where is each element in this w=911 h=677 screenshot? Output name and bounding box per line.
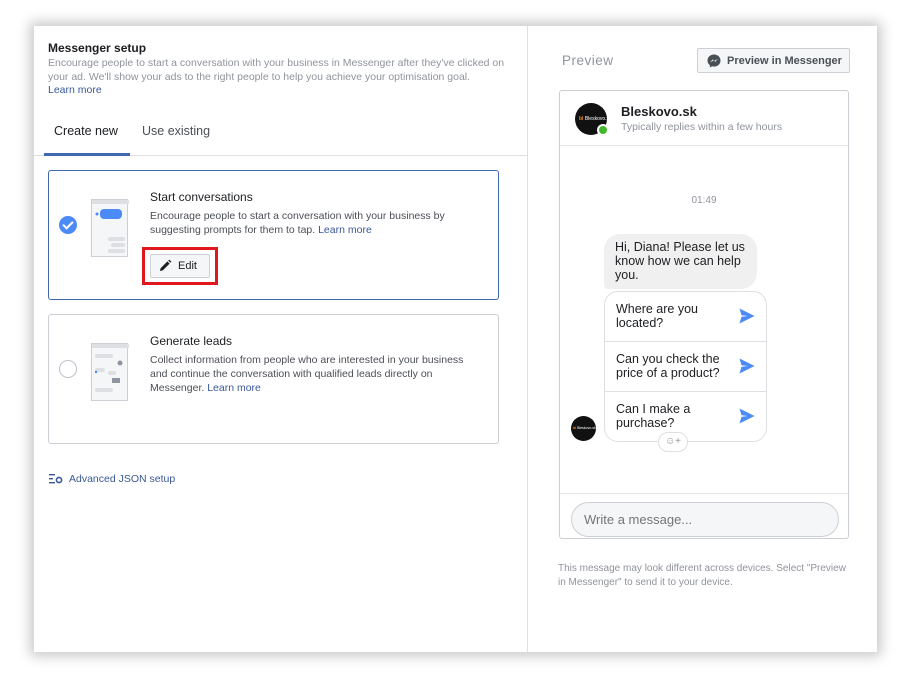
start-conversations-card[interactable]: Start conversations Encourage people to … <box>48 170 499 300</box>
send-icon <box>739 358 755 374</box>
advanced-json-setup-label: Advanced JSON setup <box>69 473 176 485</box>
messenger-setup-panel: Messenger setup Encourage people to star… <box>34 26 528 652</box>
messenger-icon <box>707 54 721 68</box>
preview-panel: Preview Preview in Messenger bl Bleskovo… <box>529 26 877 652</box>
prompt-item[interactable]: Where are you located? <box>605 292 766 342</box>
start-conversations-description-text: Encourage people to start a conversation… <box>150 210 445 236</box>
message-input[interactable] <box>571 502 839 537</box>
prompt-text: Can you check the price of a product? <box>616 352 720 380</box>
generate-leads-title: Generate leads <box>150 334 233 348</box>
generate-leads-radio[interactable] <box>59 360 77 378</box>
tab-create-new[interactable]: Create new <box>44 120 130 156</box>
start-conversations-description: Encourage people to start a conversation… <box>150 209 470 237</box>
send-icon <box>739 408 755 424</box>
business-logo-small: bl Bleskovo.sk <box>573 426 596 430</box>
generate-leads-description: Collect information from people who are … <box>150 353 470 395</box>
generate-leads-learn-more-link[interactable]: Learn more <box>207 382 261 394</box>
message-timestamp: 01:49 <box>691 195 717 206</box>
chat-header: bl Bleskovo.sk Bleskovo.sk Typically rep… <box>560 91 848 146</box>
prompt-text: Can I make a purchase? <box>616 402 691 430</box>
edit-button-label: Edit <box>178 260 197 272</box>
chat-prompts-illustration-icon <box>91 199 129 257</box>
setup-description-text: Encourage people to start a conversation… <box>48 57 505 83</box>
lead-form-illustration-icon <box>91 343 129 401</box>
start-conversations-radio-checked[interactable] <box>59 216 77 234</box>
setup-tabs: Create new Use existing <box>34 120 528 156</box>
preview-label: Preview <box>562 53 614 68</box>
generate-leads-card[interactable]: Generate leads Collect information from … <box>48 314 499 444</box>
tab-use-existing[interactable]: Use existing <box>132 120 220 156</box>
add-reaction-icon[interactable]: ☺+ <box>658 432 688 452</box>
send-icon <box>739 308 755 324</box>
business-name: Bleskovo.sk <box>621 104 697 119</box>
setup-learn-more-link[interactable]: Learn more <box>48 84 510 98</box>
start-conversations-title: Start conversations <box>150 190 253 204</box>
messenger-preview: bl Bleskovo.sk Bleskovo.sk Typically rep… <box>559 90 849 539</box>
business-avatar-small: bl Bleskovo.sk <box>571 416 596 441</box>
business-logo: bl Bleskovo.sk <box>579 116 612 122</box>
chat-composer <box>560 493 848 539</box>
generate-leads-description-text: Collect information from people who are … <box>150 354 464 394</box>
pencil-icon <box>160 259 172 271</box>
preview-in-messenger-label: Preview in Messenger <box>727 55 842 67</box>
preview-in-messenger-button[interactable]: Preview in Messenger <box>697 48 850 73</box>
suggested-prompts: Where are you located? Can you check the… <box>604 291 767 442</box>
prompt-item[interactable]: Can you check the price of a product? <box>605 342 766 392</box>
setup-description: Encourage people to start a conversation… <box>48 57 510 98</box>
preview-disclaimer: This message may look different across d… <box>558 563 846 588</box>
edit-button[interactable]: Edit <box>150 254 210 278</box>
prompt-text: Where are you located? <box>616 302 698 330</box>
start-conversations-learn-more-link[interactable]: Learn more <box>318 224 372 236</box>
settings-list-icon <box>49 474 63 484</box>
ad-setup-dialog: Messenger setup Encourage people to star… <box>34 26 877 652</box>
greeting-message-bubble: Hi, Diana! Please let us know how we can… <box>604 234 757 289</box>
setup-title: Messenger setup <box>48 41 147 55</box>
online-status-dot <box>597 124 609 136</box>
edit-highlight-box: Edit <box>142 247 218 285</box>
business-reply-status: Typically replies within a few hours <box>621 121 783 133</box>
